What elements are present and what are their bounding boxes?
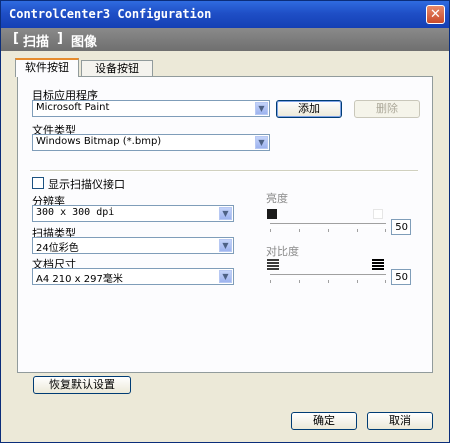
close-icon: ✕ — [430, 7, 441, 22]
header-bracket-left: [ — [13, 31, 19, 46]
header-tab-image[interactable]: 图像 — [71, 31, 97, 50]
contrast-label: 对比度 — [266, 245, 299, 258]
slider-tick — [357, 229, 358, 232]
add-button[interactable]: 添加 — [276, 100, 342, 118]
tab-software-buttons[interactable]: 软件按钮 — [15, 58, 79, 77]
slider-tick — [357, 280, 358, 283]
window-title: ControlCenter3 Configuration — [9, 7, 212, 21]
close-button[interactable]: ✕ — [426, 5, 445, 24]
tab-software-buttons-label: 软件按钮 — [25, 61, 69, 74]
chevron-down-icon: ▼ — [219, 207, 232, 220]
cancel-button[interactable]: 取消 — [367, 412, 433, 430]
slider-tick — [299, 229, 300, 232]
brightness-label: 亮度 — [266, 192, 288, 205]
chevron-down-icon: ▼ — [255, 136, 268, 149]
file-type-value: Windows Bitmap (*.bmp) — [36, 136, 162, 147]
header-bracket-right: ] — [57, 31, 63, 46]
doc-size-value: A4 210 x 297毫米 — [36, 274, 123, 285]
scan-type-value: 24位彩色 — [36, 243, 79, 254]
slider-tick — [328, 280, 329, 283]
slider-tick — [328, 229, 329, 232]
resolution-value: 300 x 300 dpi — [36, 207, 115, 218]
chevron-down-icon: ▼ — [219, 270, 232, 283]
ok-button-label: 确定 — [313, 414, 335, 427]
ok-button[interactable]: 确定 — [291, 412, 357, 430]
delete-button-label: 删除 — [376, 102, 398, 115]
resolution-select[interactable]: 300 x 300 dpi ▼ — [32, 205, 234, 222]
chevron-down-icon: ▼ — [219, 239, 232, 252]
dark-square-icon — [267, 209, 277, 219]
contrast-low-icon — [267, 259, 279, 271]
header-band: [ 扫描 ] 图像 — [1, 28, 449, 51]
config-window: ControlCenter3 Configuration ✕ [ 扫描 ] 图像… — [0, 0, 450, 443]
scan-type-select[interactable]: 24位彩色 ▼ — [32, 237, 234, 254]
show-interface-checkbox[interactable] — [32, 177, 44, 189]
slider-tick — [270, 280, 271, 283]
doc-size-select[interactable]: A4 210 x 297毫米 ▼ — [32, 268, 234, 285]
target-app-value: Microsoft Paint — [36, 102, 110, 113]
target-app-select[interactable]: Microsoft Paint ▼ — [32, 100, 270, 117]
tab-device-buttons-label: 设备按钮 — [95, 62, 139, 75]
slider-tick — [270, 229, 271, 232]
delete-button[interactable]: 删除 — [354, 100, 420, 118]
contrast-slider[interactable] — [270, 274, 386, 278]
separator — [30, 170, 418, 172]
header-tab-scan[interactable]: 扫描 — [23, 31, 49, 50]
contrast-value[interactable]: 50 — [391, 269, 411, 285]
slider-tick — [385, 229, 386, 232]
file-type-select[interactable]: Windows Bitmap (*.bmp) ▼ — [32, 134, 270, 151]
contrast-high-icon — [372, 259, 384, 271]
tab-device-buttons[interactable]: 设备按钮 — [81, 60, 153, 76]
tab-panel: 目标应用程序 Microsoft Paint ▼ 添加 删除 文件类型 Wind… — [17, 76, 433, 373]
brightness-value[interactable]: 50 — [391, 219, 411, 235]
show-interface-label: 显示扫描仪接口 — [48, 178, 125, 191]
add-button-label: 添加 — [298, 102, 320, 115]
slider-tick — [385, 280, 386, 283]
cancel-button-label: 取消 — [389, 414, 411, 427]
restore-defaults-label: 恢复默认设置 — [49, 378, 115, 391]
slider-tick — [299, 280, 300, 283]
brightness-slider[interactable] — [270, 223, 386, 227]
light-square-icon — [373, 209, 383, 219]
title-bar: ControlCenter3 Configuration ✕ — [1, 1, 449, 28]
restore-defaults-button[interactable]: 恢复默认设置 — [33, 376, 131, 394]
chevron-down-icon: ▼ — [255, 102, 268, 115]
